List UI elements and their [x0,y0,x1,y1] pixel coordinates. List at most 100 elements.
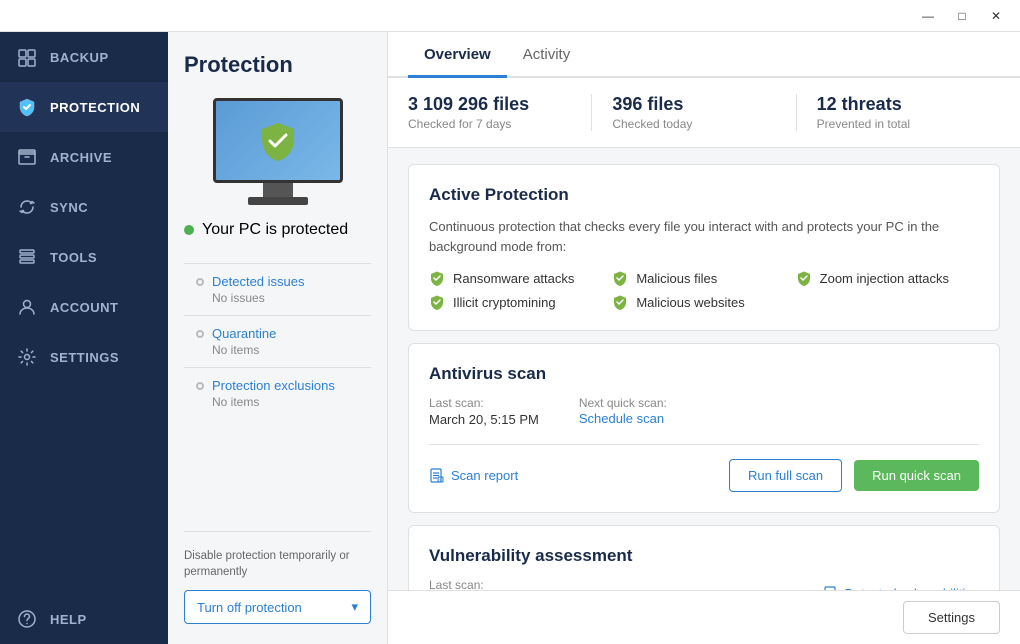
help-icon [16,608,38,630]
protection-icon [16,96,38,118]
right-panel: Overview Activity 3 109 296 files Checke… [388,32,1020,644]
window-frame: — □ ✕ BACKUP [0,0,1020,644]
sidebar-item-help[interactable]: HELP [0,594,168,644]
feature-label-malicious-files: Malicious files [636,271,717,286]
sidebar: BACKUP PROTECTION [0,32,168,644]
next-scan-detail: Next quick scan: Schedule scan [579,396,667,428]
scan-info: Last scan: March 20, 5:15 PM Next quick … [429,396,979,428]
shield-check-icon-malicious-files [612,270,628,286]
stat-number-7days: 3 109 296 files [408,94,571,115]
bottom-bar: Settings [388,590,1020,644]
close-button[interactable]: ✕ [980,2,1012,30]
sub-item-exclusions: Protection exclusions No items [184,367,371,419]
antivirus-scan-card: Antivirus scan Last scan: March 20, 5:15… [408,343,1000,513]
shield-badge [256,119,300,163]
shield-check-icon-zoom [796,270,812,286]
sub-item-header-exclusions: Protection exclusions [196,378,371,393]
monitor-stand [263,183,293,197]
detected-issues-desc: No issues [196,291,371,305]
shield-check-icon-crypto [429,294,445,310]
sidebar-item-account[interactable]: ACCOUNT [0,282,168,332]
content-scroll: Active Protection Continuous protection … [388,148,1020,590]
quarantine-link[interactable]: Quarantine [212,326,276,341]
scan-report-link[interactable]: Scan report [429,468,717,484]
account-icon [16,296,38,318]
status-dot [184,225,194,235]
sub-item-quarantine: Quarantine No items [184,315,371,367]
panel-title: Protection [184,52,293,78]
scan-report-label: Scan report [451,468,518,483]
disable-section: Disable protection temporarily or perman… [184,531,371,624]
last-scan-value: March 20, 5:15 PM [429,412,539,427]
run-quick-scan-button[interactable]: Run quick scan [854,460,979,491]
tools-icon [16,246,38,268]
title-bar: — □ ✕ [0,0,1020,32]
active-protection-desc: Continuous protection that checks every … [429,217,979,256]
turn-off-label: Turn off protection [197,600,302,615]
active-protection-card: Active Protection Continuous protection … [408,164,1000,331]
vuln-actions: Last scan: March 20, 5:15 PM Detected vu… [429,578,979,590]
backup-icon [16,46,38,68]
stat-files-today: 396 files Checked today [612,94,796,131]
maximize-button[interactable]: □ [946,2,978,30]
disable-text: Disable protection temporarily or perman… [184,548,371,580]
run-full-scan-button[interactable]: Run full scan [729,459,842,492]
sidebar-item-tools[interactable]: TOOLS [0,232,168,282]
sub-items: Detected issues No issues Quarantine No … [184,263,371,419]
vuln-last-scan-label: Last scan: [429,578,539,590]
schedule-scan-link[interactable]: Schedule scan [579,411,664,426]
sidebar-item-archive[interactable]: ARCHIVE [0,132,168,182]
sub-item-detected-issues: Detected issues No issues [184,263,371,315]
sidebar-label-account: ACCOUNT [50,300,119,315]
next-scan-label: Next quick scan: [579,396,667,410]
sidebar-label-tools: TOOLS [50,250,97,265]
sidebar-label-archive: ARCHIVE [50,150,112,165]
sub-dot-quarantine [196,330,204,338]
feature-label-ransomware: Ransomware attacks [453,271,574,286]
stats-bar: 3 109 296 files Checked for 7 days 396 f… [388,78,1020,148]
feature-label-websites: Malicious websites [636,295,744,310]
sub-item-header-quarantine: Quarantine [196,326,371,341]
tabs: Overview Activity [388,32,1020,78]
sidebar-item-backup[interactable]: BACKUP [0,32,168,82]
sync-icon [16,196,38,218]
sidebar-label-backup: BACKUP [50,50,109,65]
monitor-screen [213,98,343,183]
last-scan-detail: Last scan: March 20, 5:15 PM [429,396,539,428]
sidebar-item-sync[interactable]: SYNC [0,182,168,232]
protection-status: Your PC is protected [184,221,348,239]
chevron-down-icon: ▾ [351,599,358,615]
scan-actions: Scan report Run full scan Run quick scan [429,444,979,492]
stat-number-threats: 12 threats [817,94,980,115]
status-text: Your PC is protected [202,221,348,239]
settings-button[interactable]: Settings [903,601,1000,634]
exclusions-desc: No items [196,395,371,409]
feature-label-zoom: Zoom injection attacks [820,271,949,286]
stat-files-7days: 3 109 296 files Checked for 7 days [408,94,592,131]
stat-label-threats: Prevented in total [817,117,980,131]
middle-panel: Protection Your PC is protected [168,32,388,644]
shield-check-icon-websites [612,294,628,310]
exclusions-link[interactable]: Protection exclusions [212,378,335,393]
tab-overview[interactable]: Overview [408,32,507,78]
archive-icon [16,146,38,168]
monitor-illustration [184,98,371,205]
sub-dot-exclusions [196,382,204,390]
feature-malicious-websites: Malicious websites [612,294,795,310]
stat-label-today: Checked today [612,117,775,131]
minimize-button[interactable]: — [912,2,944,30]
sub-dot-detected [196,278,204,286]
feature-zoom-injection: Zoom injection attacks [796,270,979,286]
sidebar-label-sync: SYNC [50,200,88,215]
tab-activity[interactable]: Activity [507,32,587,78]
sidebar-label-help: HELP [50,612,87,627]
vulnerability-assessment-card: Vulnerability assessment Last scan: Marc… [408,525,1000,590]
report-icon [429,468,445,484]
sidebar-item-settings[interactable]: SETTINGS [0,332,168,382]
title-bar-controls: — □ ✕ [912,2,1012,30]
shield-check-icon-ransomware [429,270,445,286]
detected-issues-link[interactable]: Detected issues [212,274,305,289]
stat-threats: 12 threats Prevented in total [817,94,1000,131]
sidebar-item-protection[interactable]: PROTECTION [0,82,168,132]
turn-off-protection-button[interactable]: Turn off protection ▾ [184,590,371,624]
